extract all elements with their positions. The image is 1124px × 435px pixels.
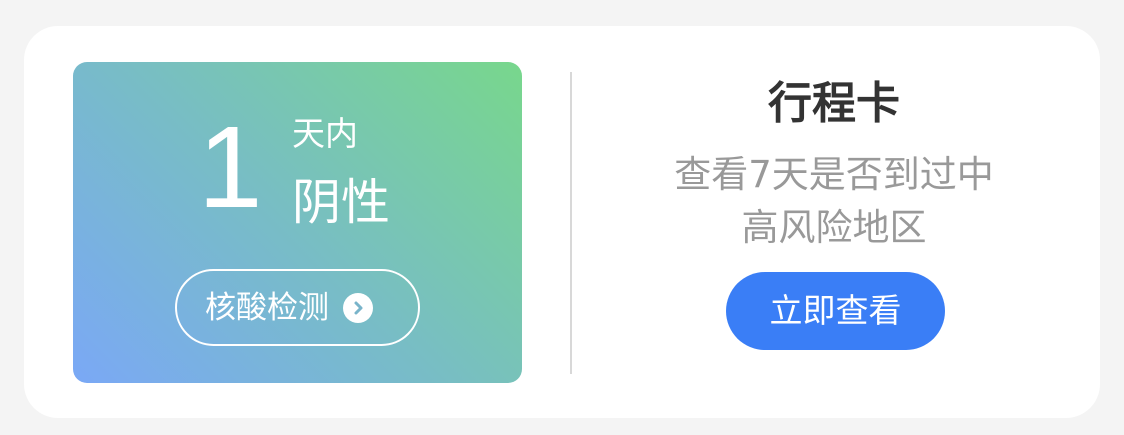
card-divider [570, 72, 572, 374]
nucleic-acid-test-button[interactable]: 核酸检测 [175, 269, 420, 346]
chevron-right-circle-icon [343, 292, 373, 323]
nucleic-acid-test-button-label: 核酸检测 [205, 289, 329, 326]
test-days-label: 天内 [292, 114, 358, 153]
view-itinerary-button-label: 立即查看 [769, 291, 902, 330]
itinerary-description-line-2: 高风险地区 [741, 206, 927, 249]
itinerary-description-line-1: 查看7天是否到过中 [674, 153, 994, 196]
itinerary-card-description: 查看7天是否到过中 高风险地区 [634, 148, 1034, 254]
itinerary-card-title: 行程卡 [768, 78, 900, 129]
view-itinerary-button[interactable]: 立即查看 [726, 272, 945, 350]
test-result-label: 阴性 [292, 174, 391, 231]
test-days-number: 1 [198, 102, 263, 232]
